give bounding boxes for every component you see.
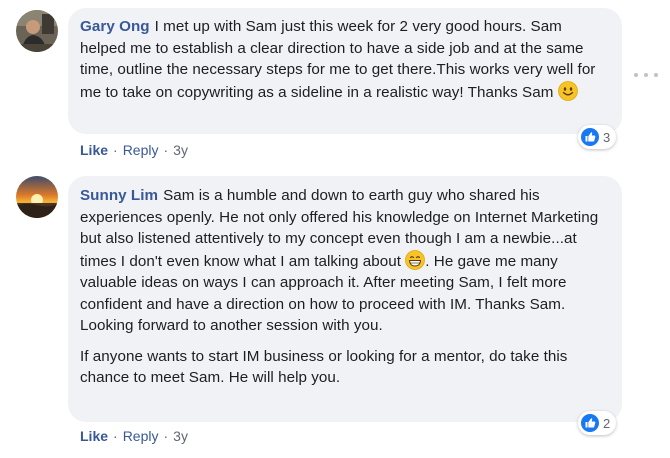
reply-link[interactable]: Reply	[123, 428, 159, 444]
avatar-sunny-lim[interactable]	[16, 176, 58, 218]
comment-paragraph-2: If anyone wants to start IM business or …	[80, 347, 568, 387]
comment-actions: Like · Reply · 3y	[80, 141, 188, 159]
comment-author[interactable]: Sunny Lim	[80, 187, 158, 204]
comment-actions: Like · Reply · 3y	[80, 427, 188, 445]
separator: ·	[113, 428, 118, 444]
reaction-count-badge[interactable]: 3	[578, 125, 617, 149]
reaction-count: 3	[603, 129, 611, 145]
comment-bubble-sunny-lim: Sunny Lim Sam is a humble and down to ear…	[68, 176, 622, 422]
comment-text: I met up with Sam just this week for 2 v…	[80, 18, 596, 101]
separator: ·	[113, 142, 118, 158]
timestamp-link[interactable]: 3y	[173, 428, 188, 444]
reaction-count-badge[interactable]: 2	[578, 411, 617, 435]
comment-bubble-gary-ong: Gary Ong I met up with Sam just this week…	[68, 8, 622, 134]
thumbs-up-icon	[580, 127, 600, 147]
reply-link[interactable]: Reply	[123, 142, 159, 158]
thumbs-up-icon	[580, 413, 600, 433]
separator: ·	[163, 142, 169, 158]
comment-author[interactable]: Gary Ong	[80, 18, 150, 35]
like-link[interactable]: Like	[80, 142, 108, 158]
grinning-face-with-sweat-icon	[405, 249, 426, 270]
avatar-gary-ong[interactable]	[16, 10, 58, 52]
separator: ·	[163, 428, 169, 444]
more-options-icon[interactable]	[634, 70, 658, 80]
like-link[interactable]: Like	[80, 428, 108, 444]
slightly-smiling-face-icon	[557, 80, 578, 101]
reaction-count: 2	[603, 415, 611, 431]
timestamp-link[interactable]: 3y	[173, 142, 188, 158]
